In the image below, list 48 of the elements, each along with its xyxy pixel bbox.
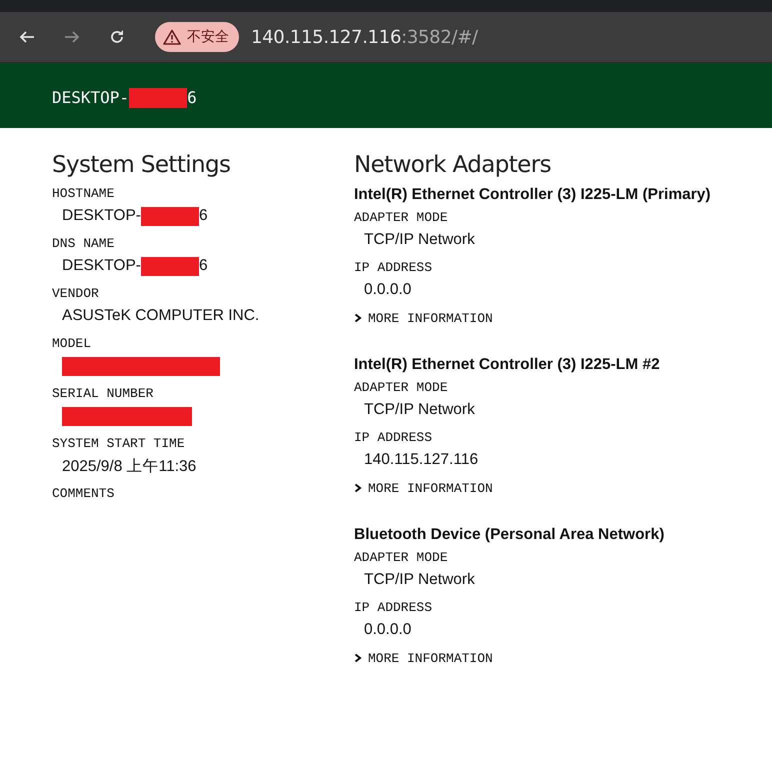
adapter-name: Bluetooth Device (Personal Area Network) [354, 525, 666, 545]
field-value: 6 [198, 207, 208, 225]
field-value: TCP/IP Network [364, 571, 475, 589]
hostname-title: DESKTOP- [52, 88, 130, 107]
redaction-bar [129, 88, 188, 108]
redaction-bar [140, 206, 199, 226]
field-label: MODEL [52, 335, 92, 353]
adapter-name: Intel(R) Ethernet Controller (3) I225-LM #2 [354, 355, 661, 375]
field-value: 2025/9/8 上午11:36 [62, 456, 196, 476]
field-value: DESKTOP- [62, 257, 141, 275]
field-label: DNS NAME [52, 235, 116, 253]
address-bar-url[interactable]: 140.115.127.116:3582/#/ [251, 26, 478, 48]
field-value: 6 [198, 257, 208, 275]
field-label: ADAPTER MODE [354, 209, 449, 227]
chevron-icon [354, 653, 362, 663]
adapter-name: Intel(R) Ethernet Controller (3) I225-LM (Primary) [354, 185, 712, 205]
field-label: VENDOR [52, 285, 100, 303]
more-information-toggle[interactable]: MORE INFORMATION [354, 648, 493, 668]
field-label: ADAPTER MODE [354, 549, 449, 567]
warning-icon [163, 29, 181, 45]
field-value: 0.0.0.0 [364, 621, 412, 639]
redaction-bar [140, 256, 199, 276]
hostname-title: 6 [187, 88, 197, 107]
field-label: SYSTEM START TIME [52, 435, 186, 453]
field-value: 140.115.127.116 [364, 451, 478, 469]
field-value: TCP/IP Network [364, 231, 475, 249]
section-title: System Settings [52, 151, 232, 180]
reload-icon [109, 29, 125, 45]
field-label: ADAPTER MODE [354, 379, 449, 397]
security-label: 不安全 [187, 28, 229, 46]
field-label: COMMENTS [52, 485, 116, 503]
more-information-toggle[interactable]: MORE INFORMATION [354, 478, 493, 498]
field-label: HOSTNAME [52, 185, 116, 203]
field-value: TCP/IP Network [364, 401, 475, 419]
chevron-icon [354, 313, 362, 323]
more-information-toggle[interactable]: MORE INFORMATION [354, 308, 493, 328]
chevron-icon [354, 483, 362, 493]
field-value: DESKTOP- [62, 207, 141, 225]
forward-icon [64, 29, 80, 45]
field-label: IP ADDRESS [354, 429, 434, 447]
security-badge[interactable]: 不安全 [155, 22, 239, 52]
field-label: IP ADDRESS [354, 599, 434, 617]
field-value: ASUSTeK COMPUTER INC. [62, 307, 260, 325]
field-label: SERIAL NUMBER [52, 385, 154, 403]
field-value: 0.0.0.0 [364, 281, 412, 299]
field-label: IP ADDRESS [354, 259, 434, 277]
section-title: Network Adapters [354, 151, 552, 180]
back-icon [19, 29, 35, 45]
